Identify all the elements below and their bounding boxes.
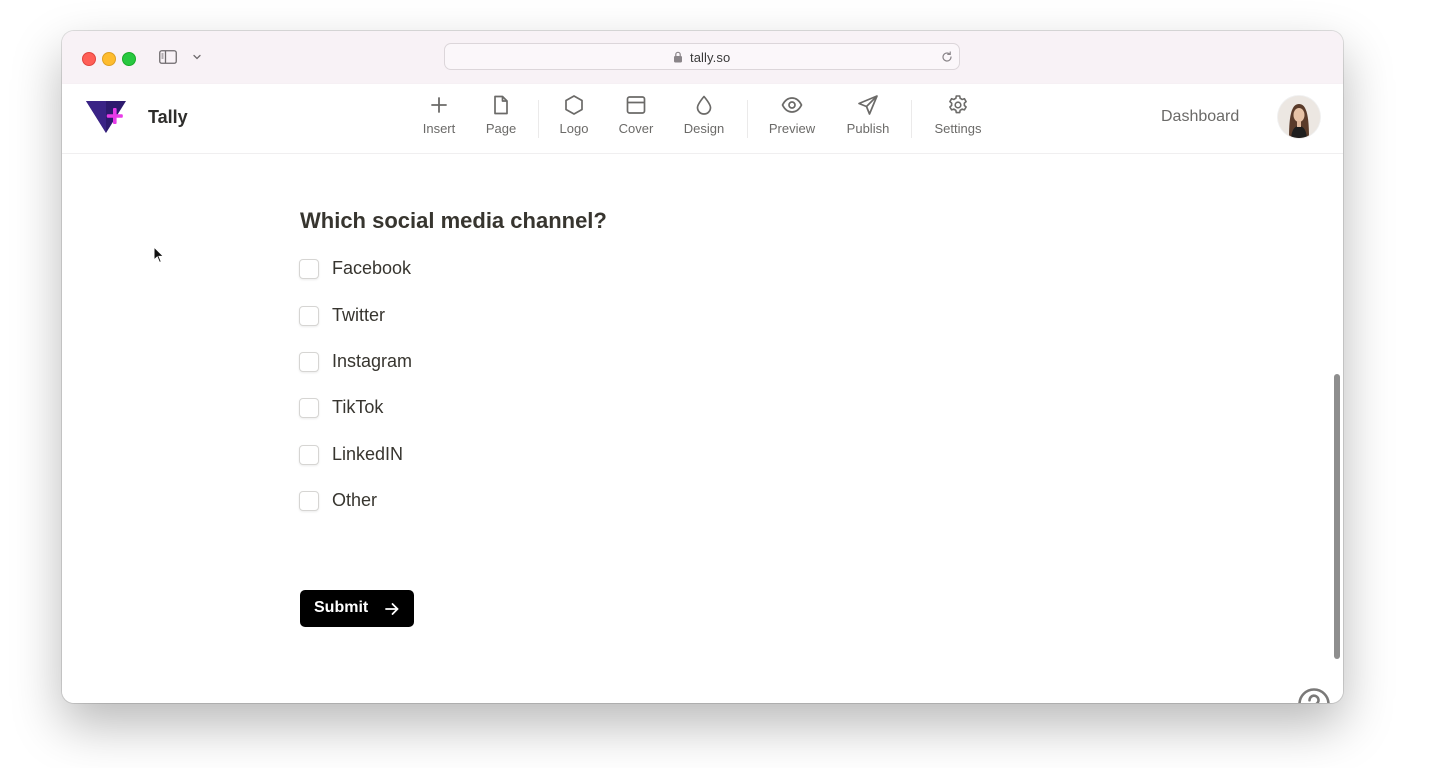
toolbar-logo-label: Logo bbox=[559, 121, 589, 136]
chevron-down-icon[interactable] bbox=[192, 52, 202, 62]
maximize-window-button[interactable] bbox=[122, 52, 136, 66]
form-content: Which social media channel? Facebook Twi… bbox=[62, 154, 1343, 703]
toolbar-settings-label: Settings bbox=[934, 121, 982, 136]
avatar[interactable] bbox=[1278, 96, 1320, 138]
option-label: LinkedIN bbox=[332, 444, 404, 464]
checkbox[interactable] bbox=[299, 259, 319, 279]
mouse-cursor-icon bbox=[153, 246, 165, 264]
reload-icon[interactable] bbox=[941, 51, 953, 63]
arrow-right-icon bbox=[385, 603, 399, 615]
toolbar-preview-button[interactable]: Preview bbox=[760, 94, 824, 144]
question-title: Which social media channel? bbox=[300, 208, 607, 233]
option-label: Other bbox=[332, 490, 378, 510]
toolbar-design-button[interactable]: Design bbox=[672, 94, 736, 144]
hexagon-icon bbox=[565, 95, 583, 115]
plus-icon bbox=[431, 97, 447, 113]
vertical-scrollbar[interactable] bbox=[1334, 374, 1340, 659]
close-window-button[interactable] bbox=[82, 52, 96, 66]
submit-button[interactable]: Submit bbox=[300, 590, 414, 627]
toolbar-logo-button[interactable]: Logo bbox=[542, 94, 606, 144]
minimize-window-button[interactable] bbox=[102, 52, 116, 66]
checkbox[interactable] bbox=[299, 445, 319, 465]
submit-label: Submit bbox=[314, 599, 369, 616]
brand-name: Tally bbox=[148, 107, 188, 127]
page-icon bbox=[494, 95, 508, 115]
user-avatar-icon bbox=[1278, 96, 1320, 138]
toolbar-publish-label: Publish bbox=[846, 121, 890, 136]
toolbar-divider bbox=[911, 100, 912, 138]
help-icon[interactable] bbox=[1297, 687, 1331, 703]
gear-icon bbox=[949, 95, 967, 114]
address-bar[interactable]: tally.so bbox=[444, 43, 960, 70]
checkbox[interactable] bbox=[299, 491, 319, 511]
toolbar-insert-button[interactable]: Insert bbox=[407, 94, 471, 144]
toolbar-insert-label: Insert bbox=[422, 121, 456, 136]
option-label: Twitter bbox=[332, 305, 386, 325]
url-text: tally.so bbox=[690, 50, 731, 65]
option-label: Facebook bbox=[332, 258, 412, 278]
browser-titlebar: tally.so bbox=[62, 31, 1343, 85]
toolbar-cover-label: Cover bbox=[618, 121, 654, 136]
option-label: TikTok bbox=[332, 397, 384, 417]
toolbar-design-label: Design bbox=[683, 121, 725, 136]
lock-icon bbox=[674, 51, 682, 63]
browser-window: tally.so Tally Insert Page Logo Cover De… bbox=[62, 31, 1343, 703]
sidebar-toggle-icon[interactable] bbox=[159, 50, 177, 64]
toolbar-divider bbox=[538, 100, 539, 138]
checkbox[interactable] bbox=[299, 352, 319, 372]
cover-icon bbox=[626, 96, 646, 114]
dashboard-link[interactable]: Dashboard bbox=[1161, 108, 1239, 126]
tally-logo-icon[interactable] bbox=[86, 99, 126, 135]
option-label: Instagram bbox=[332, 351, 413, 371]
toolbar-page-label: Page bbox=[485, 121, 517, 136]
droplet-icon bbox=[696, 95, 712, 115]
toolbar-publish-button[interactable]: Publish bbox=[836, 94, 900, 144]
eye-icon bbox=[781, 97, 803, 113]
toolbar-settings-button[interactable]: Settings bbox=[926, 94, 990, 144]
toolbar-divider bbox=[747, 100, 748, 138]
toolbar-preview-label: Preview bbox=[768, 121, 816, 136]
checkbox[interactable] bbox=[299, 306, 319, 326]
toolbar-cover-button[interactable]: Cover bbox=[604, 94, 668, 144]
checkbox[interactable] bbox=[299, 398, 319, 418]
send-icon bbox=[858, 95, 878, 115]
app-header: Tally Insert Page Logo Cover Design Prev… bbox=[62, 84, 1343, 154]
toolbar-page-button[interactable]: Page bbox=[469, 94, 533, 144]
